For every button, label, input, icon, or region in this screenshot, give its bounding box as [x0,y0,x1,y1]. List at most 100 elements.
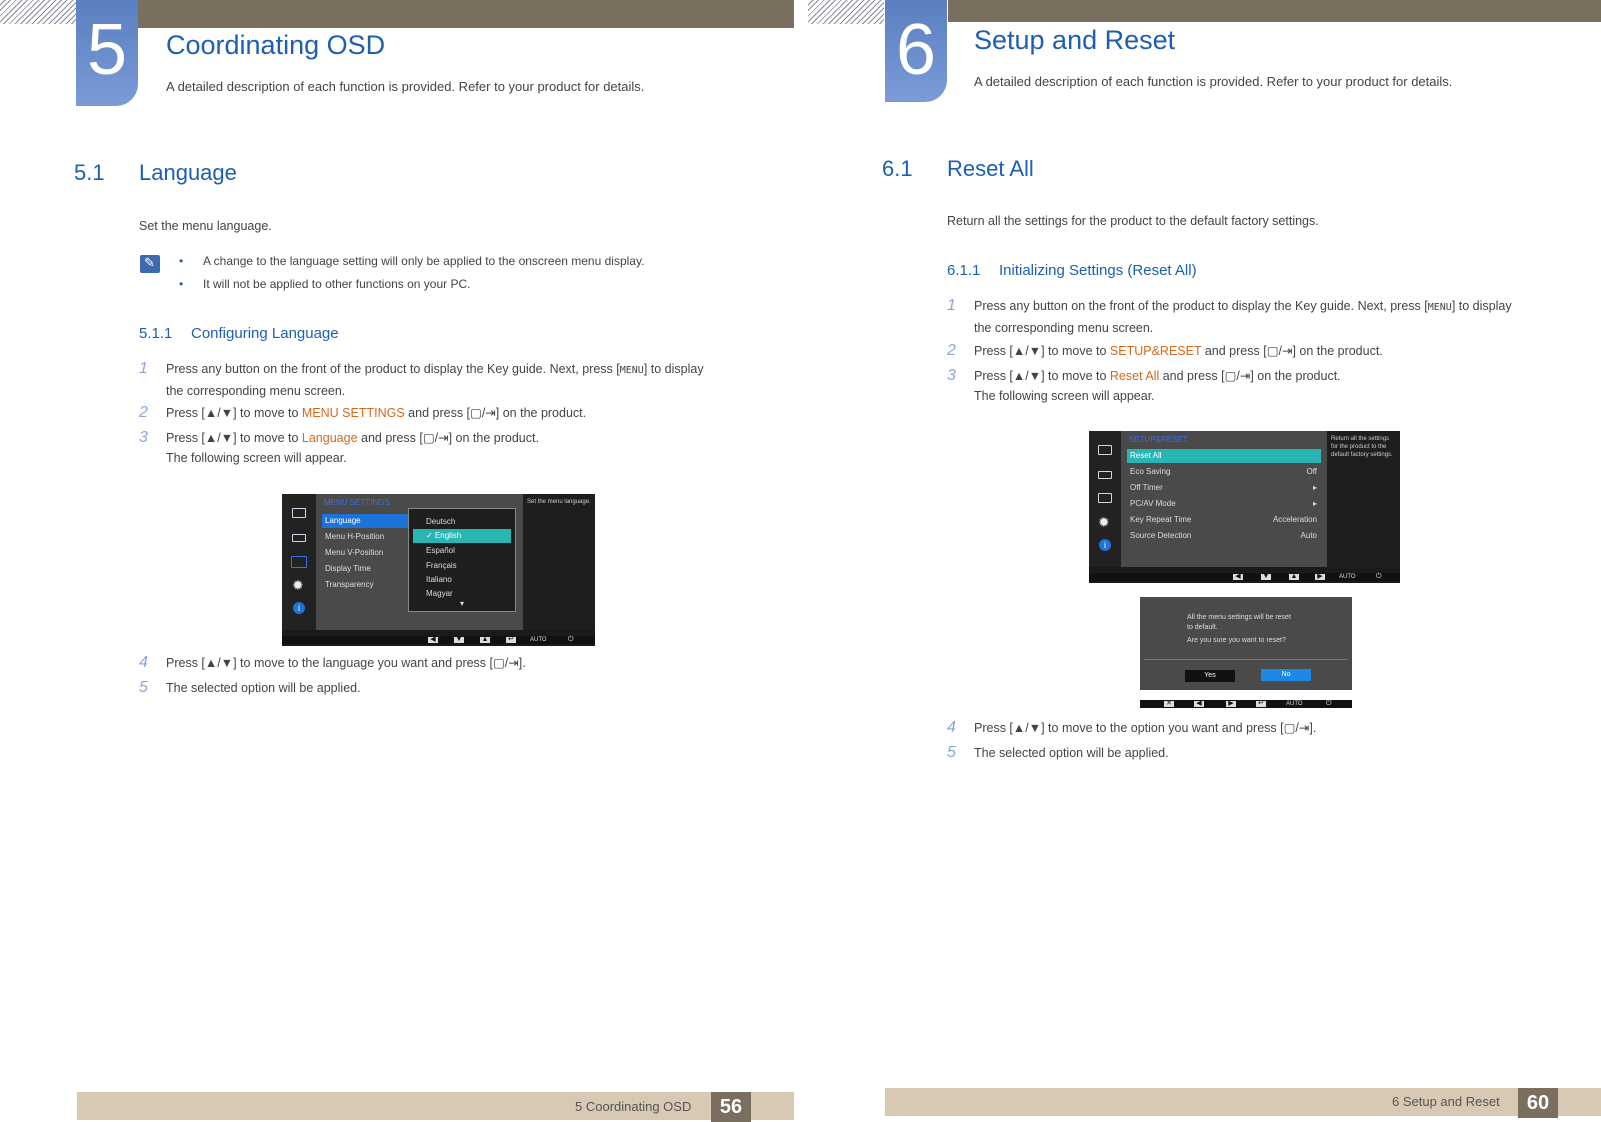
info-icon: i [1099,539,1111,551]
reset-dialog: All the menu settings will be reset to d… [1140,597,1352,690]
osd-item-value: Acceleration [1272,515,1317,524]
osd-item-label: Eco Saving [1130,467,1171,476]
step-text-part: The following screen will appear. [974,389,1155,403]
down-key-icon: ▼ [454,636,464,643]
right-key-icon: ▶ [1226,700,1236,707]
step-number: 1 [139,360,148,377]
menu-name-highlight: MENU SETTINGS [301,406,405,420]
step-text: Press [▲/▼] to move to Language and pres… [166,428,539,468]
note-item: It will not be applied to other function… [179,277,470,291]
language-option: Español [426,546,455,555]
menu-name-highlight: Language [301,431,358,445]
power-icon: ⏻ [1326,700,1332,707]
step-text: Press [▲/▼] to move to the option you wa… [974,721,1317,735]
step-text-part: The following screen will appear. [166,451,347,465]
note-icon [140,255,160,273]
picture-icon [1098,471,1112,479]
step-text: Press [▲/▼] to move to Reset All and pre… [974,366,1341,406]
step-text-part: and press [▢/⇥] on the product. [1201,344,1383,358]
auto-key-label: AUTO [1339,574,1356,580]
section-number: 5.1 [74,160,105,185]
language-list: Deutsch ✓ English Español Français Itali… [408,508,516,612]
step-text-part: Press [▲/▼] to move to [974,344,1110,358]
note-item: A change to the language setting will on… [179,254,644,268]
monitor-icon [1098,445,1112,455]
step-text: Press [▲/▼] to move to the language you … [166,656,526,670]
step-number: 2 [139,404,148,421]
footer-chapter-label: 5 Coordinating OSD [575,1099,692,1114]
osd-item-label: Reset All [1130,451,1162,460]
no-button[interactable]: No [1261,669,1311,681]
close-key-icon: ✕ [1164,700,1174,707]
osd-item-language: Language [322,514,408,528]
submenu-arrow-icon: ▸ [1312,499,1317,508]
section-number: 6.1 [882,156,913,181]
gear-icon: ✹ [1098,514,1110,530]
info-icon: i [293,602,305,614]
auto-key-label: AUTO [1286,701,1303,707]
dialog-divider [1144,659,1348,660]
step-text: Press [▲/▼] to move to MENU SETTINGS and… [166,403,586,423]
osd-item: Transparency [325,580,374,589]
power-icon: ⏻ [1376,573,1382,580]
page-number: 60 [1518,1088,1558,1118]
osd-sidebar: ✹ i [1089,431,1121,567]
down-key-icon: ▼ [1261,573,1271,580]
yes-button[interactable]: Yes [1185,670,1235,682]
step-number: 4 [947,719,956,736]
osd-screenshot: ✹ i SETUP&RESET Reset All Eco Saving Off … [1089,431,1400,583]
osd-item-value: Off [1306,467,1317,476]
right-page: 6 Setup and Reset A detailed description… [808,0,1601,1122]
left-key-icon: ◀ [1194,700,1204,707]
dialog-message: All the menu settings will be reset to d… [1187,613,1291,633]
step-text: Press [▲/▼] to move to SETUP&RESET and p… [974,341,1383,361]
header-bar [948,0,1601,22]
dialog-line: to default. [1187,624,1218,631]
subsection-title: Initializing Settings (Reset All) [999,262,1197,279]
subsection-number: 6.1.1 [947,262,981,279]
power-icon: ⏻ [568,636,574,643]
header-hatch [808,0,884,24]
subsection-number: 5.1.1 [139,325,173,342]
left-page: 5 Coordinating OSD A detailed descriptio… [0,0,794,1122]
step-text-part: Press any button on the front of the pro… [974,299,1428,313]
step-number: 4 [139,654,148,671]
osd-item-label: Source Detection [1130,531,1192,540]
osd-item-reset-all: Reset All [1127,449,1321,463]
chapter-description: A detailed description of each function … [974,74,1453,89]
step-text-part: ] to display [1451,299,1512,313]
step-text-part: and press [▢/⇥] on the product. [1159,369,1341,383]
step-number: 1 [947,297,956,314]
osd-item-value: Auto [1300,531,1317,540]
chapter-title: Coordinating OSD [166,30,386,60]
step-text-part: and press [▢/⇥] on the product. [357,431,539,445]
step-text: Press any button on the front of the pro… [974,296,1512,338]
osd-item: Key Repeat Time Acceleration [1127,513,1321,527]
osd-item: Eco Saving Off [1127,465,1321,479]
section-title: Reset All [947,156,1034,181]
step-text: Press any button on the front of the pro… [166,359,704,401]
page-number: 56 [711,1092,751,1122]
osd-item: Menu V-Position [325,548,384,557]
chapter-description: A detailed description of each function … [166,79,645,94]
osd-key-guide: ◀ ▼ ▲ ↵ AUTO ⏻ [282,636,595,644]
step-number: 5 [139,679,148,696]
step-text: The selected option will be applied. [166,681,361,695]
menu-key: MENU [619,365,644,376]
osd-item: PC/AV Mode ▸ [1127,497,1321,511]
osd-menu-panel: MENU SETTINGS Language Menu H-Position M… [316,494,523,630]
osd-menu-panel: SETUP&RESET Reset All Eco Saving Off Off … [1121,431,1327,567]
osd-item-label: Key Repeat Time [1130,515,1192,524]
section-intro: Set the menu language. [139,219,272,233]
chapter-number: 5 [76,0,138,106]
osd-key-guide: ◀ ▼ ▲ ▶ AUTO ⏻ [1089,573,1400,581]
chapter-title: Setup and Reset [974,25,1176,55]
left-key-icon: ◀ [1233,573,1243,580]
step-text-part: Press [▲/▼] to move to [974,369,1110,383]
step-number: 2 [947,342,956,359]
chapter-number: 6 [885,0,947,102]
dialog-key-guide: ✕ ◀ ▶ ↵ AUTO ⏻ [1140,700,1352,708]
more-down-icon: ▾ [460,599,465,608]
up-key-icon: ▲ [480,636,490,643]
step-number: 3 [139,429,148,446]
